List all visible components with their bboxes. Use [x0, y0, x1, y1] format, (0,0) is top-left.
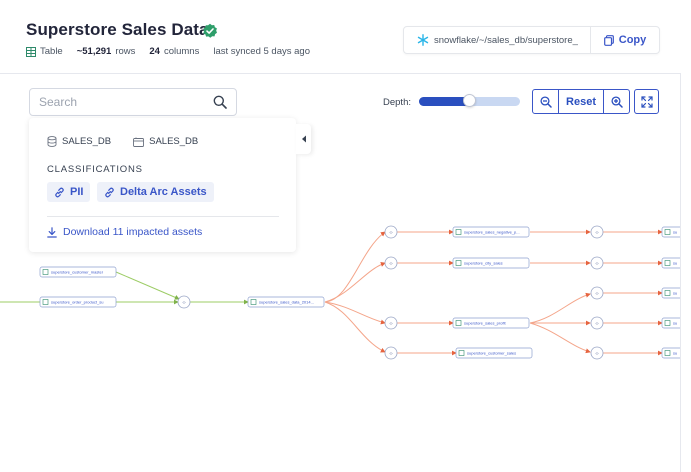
downstream-edges [324, 229, 663, 356]
database-name[interactable]: SALES_DB [62, 136, 111, 147]
svg-text:‹›: ‹› [595, 351, 599, 357]
schema-icon [133, 137, 145, 147]
node-label: su [673, 261, 677, 266]
zoom-out-icon [539, 95, 552, 108]
node-label: su [673, 321, 677, 326]
row-count: ~51,291 [76, 46, 112, 57]
verified-icon [203, 23, 217, 38]
svg-text:‹›: ‹› [389, 261, 393, 267]
search-icon[interactable] [213, 95, 227, 109]
svg-text:‹›: ‹› [595, 291, 599, 297]
node-label: superstore_customer_sales [467, 351, 516, 356]
asset-path-box: snowflake/~/sales_db/superstore_ Copy [403, 26, 660, 54]
node-label: superstore_sales_negative_p... [464, 230, 520, 235]
depth-slider[interactable] [419, 94, 520, 107]
columns-label: columns [163, 46, 200, 57]
column-count: 24 [149, 46, 160, 57]
lineage-node[interactable]: su [661, 317, 680, 329]
schema-name[interactable]: SALES_DB [149, 136, 198, 147]
asset-path[interactable]: snowflake/~/sales_db/superstore_ [404, 27, 591, 53]
fullscreen-button[interactable] [634, 89, 659, 114]
asset-type: Table [40, 46, 63, 57]
classifications-heading: CLASSIFICATIONS [47, 164, 143, 175]
svg-text:‹›: ‹› [182, 300, 186, 306]
node-label: su [673, 230, 677, 235]
svg-text:‹›: ‹› [595, 261, 599, 267]
download-label: Download 11 impacted assets [63, 226, 203, 238]
asset-meta: Table ~51,291 rows 24 columns last synce… [26, 46, 310, 57]
lineage-node[interactable]: su [661, 347, 680, 359]
node-label: superstore_city_sales [464, 261, 503, 266]
page-title: Superstore Sales Data [26, 20, 209, 39]
depth-label: Depth: [383, 97, 411, 108]
copy-icon [603, 34, 614, 46]
classification-chip-delta-arc-assets[interactable]: Delta Arc Assets [97, 182, 214, 202]
lineage-node[interactable]: su [661, 257, 680, 269]
node-label: su [673, 351, 677, 356]
download-icon [47, 226, 57, 238]
classification-label: Delta Arc Assets [120, 186, 207, 198]
download-impacted-assets-link[interactable]: Download 11 impacted assets [47, 226, 202, 238]
search-input[interactable] [39, 95, 213, 109]
lineage-node[interactable]: su [661, 287, 680, 299]
lineage-node[interactable]: su [661, 226, 680, 238]
database-icon [47, 136, 57, 147]
expand-icon [640, 95, 653, 108]
table-icon [26, 46, 36, 57]
lineage-node[interactable]: superstore_customer_master [39, 266, 117, 278]
link-icon [55, 187, 64, 197]
panel-divider [47, 216, 279, 217]
canvas-border [680, 73, 681, 472]
search-box[interactable] [29, 88, 237, 116]
lineage-node[interactable]: superstore_sales_data_2014... [247, 296, 325, 308]
copy-label: Copy [618, 34, 647, 46]
svg-text:‹›: ‹› [595, 230, 599, 236]
svg-text:‹›: ‹› [389, 321, 393, 327]
node-label: su [673, 291, 677, 296]
collapse-panel-button[interactable] [296, 124, 311, 154]
node-label: superstore_sales_profit [464, 321, 506, 326]
svg-text:‹›: ‹› [389, 230, 393, 236]
lineage-node[interactable]: superstore_sales_profit [452, 317, 530, 329]
rows-label: rows [115, 46, 136, 57]
reset-button[interactable]: Reset [558, 90, 604, 113]
lineage-node[interactable]: superstore_customer_sales [455, 347, 533, 359]
caret-left-icon [301, 135, 306, 143]
lineage-node[interactable]: superstore_sales_negative_p... [452, 226, 530, 238]
classification-chip-pii[interactable]: PII [47, 182, 91, 202]
node-label: superstore_sales_data_2014... [259, 300, 314, 305]
svg-text:‹›: ‹› [595, 321, 599, 327]
zoom-in-icon [610, 95, 623, 108]
copy-button[interactable]: Copy [591, 34, 659, 46]
lineage-node[interactable]: superstore_order_product_su [39, 296, 117, 308]
zoom-out-button[interactable] [533, 90, 558, 113]
lineage-node[interactable]: superstore_city_sales [452, 257, 530, 269]
classification-label: PII [70, 186, 84, 198]
node-label: superstore_order_product_su [51, 300, 103, 305]
database-schema-row: SALES_DB SALES_DB [47, 136, 198, 147]
depth-slider-handle[interactable] [463, 94, 476, 107]
snowflake-icon [417, 34, 429, 46]
link-icon [105, 187, 114, 197]
svg-text:‹›: ‹› [389, 351, 393, 357]
asset-path-text: snowflake/~/sales_db/superstore_ [434, 34, 578, 46]
zoom-in-button[interactable] [604, 90, 629, 113]
upstream-edges [0, 271, 249, 305]
zoom-controls: Reset [532, 89, 630, 114]
last-synced: last synced 5 days ago [213, 46, 310, 57]
node-label: superstore_customer_master [51, 270, 104, 275]
